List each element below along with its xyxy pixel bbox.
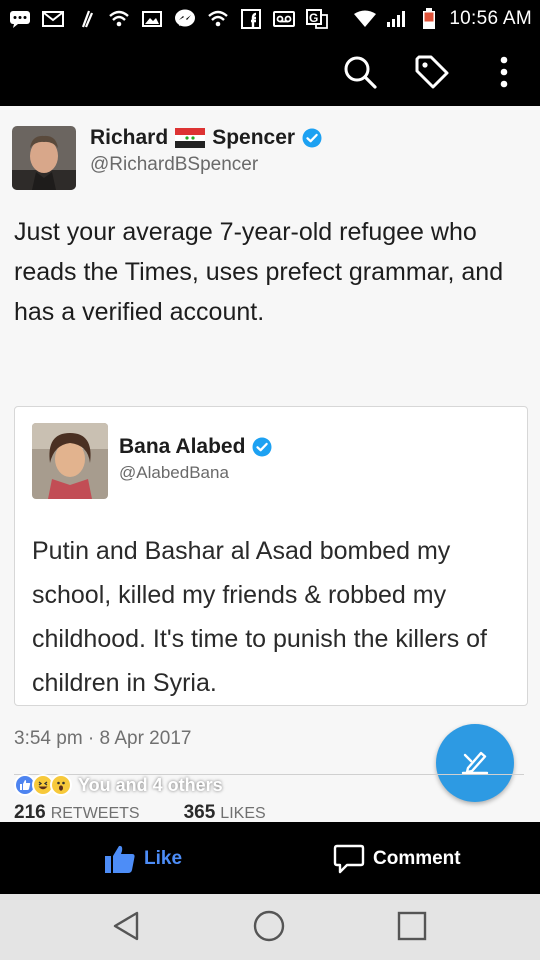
image-icon: [140, 9, 164, 29]
wifi-icon: [107, 9, 131, 29]
recents-icon: [397, 911, 427, 941]
quoted-tweet-card: Bana Alabed @AlabedBana Putin and Bashar…: [14, 406, 528, 706]
quoted-tweet-text: Putin and Bashar al Asad bombed my schoo…: [32, 537, 488, 697]
comment-button[interactable]: Comment: [333, 844, 461, 874]
tag-icon: [415, 55, 449, 89]
gmail-icon: [41, 9, 65, 29]
facebook-icon: [239, 9, 263, 29]
comment-icon: [333, 844, 365, 874]
verified-badge-icon: [302, 128, 322, 148]
likes-label: LIKES: [220, 805, 266, 822]
system-nav-bar: [0, 894, 540, 960]
tweet-stats: 216 RETWEETS 365 LIKES: [14, 802, 266, 822]
wifi-icon: [353, 9, 377, 29]
reactions-text: You and 4 others: [78, 774, 223, 795]
more-options-button[interactable]: [484, 52, 524, 92]
retweets-count: 216: [14, 802, 46, 822]
tweet-timestamp: 3:54 pm · 8 Apr 2017: [14, 728, 192, 749]
likes-count: 365: [183, 802, 216, 822]
search-icon: [344, 56, 377, 89]
quoted-author-name: Bana Alabed: [119, 435, 246, 458]
tweet-author-row: Richard Spencer: [90, 126, 322, 150]
messenger-icon: [173, 9, 197, 29]
recents-button[interactable]: [394, 908, 430, 944]
compose-button[interactable]: [436, 724, 514, 802]
tag-button[interactable]: [412, 52, 452, 92]
more-vertical-icon: [500, 56, 508, 88]
retweets-label: RETWEETS: [50, 805, 140, 822]
back-icon: [113, 911, 139, 941]
tweet-author-first-name: Richard: [90, 126, 169, 149]
comment-label: Comment: [373, 848, 461, 869]
flag-icon: [175, 128, 206, 149]
thumbs-up-icon: [105, 845, 135, 873]
home-icon: [253, 910, 285, 942]
avatar: [12, 126, 76, 190]
search-button[interactable]: [340, 52, 380, 92]
status-right: 10:56 AM: [353, 8, 532, 30]
tweet-author-last-name: Spencer: [212, 126, 296, 149]
like-button[interactable]: Like: [104, 844, 182, 874]
status-bar: G 10:56 AM: [0, 0, 540, 38]
tweet-text: Just your average 7-year-old refugee who…: [14, 218, 504, 326]
svg-text:G: G: [309, 11, 318, 25]
quoted-author-row: Bana Alabed: [119, 435, 272, 459]
quoted-avatar: [32, 423, 108, 499]
chat-icon: [8, 9, 32, 29]
wifi-icon: [206, 9, 230, 29]
status-time: 10:56 AM: [449, 8, 532, 29]
home-button[interactable]: [251, 908, 287, 944]
notification-icons: G: [8, 9, 329, 29]
quoted-author-handle: @AlabedBana: [119, 463, 229, 482]
voicemail-icon: [272, 9, 296, 29]
app-toolbar: [0, 38, 540, 106]
reactions-summary[interactable]: You and 4 others: [14, 774, 223, 796]
google-translate-icon: G: [305, 9, 329, 29]
tweet-author-handle: @RichardBSpencer: [90, 154, 259, 175]
clip-icon: [74, 9, 98, 29]
post-action-bar: Like Comment: [0, 822, 540, 894]
verified-badge-icon: [252, 437, 272, 457]
shared-photo[interactable]: Richard Spencer @RichardBSpencer Just yo…: [0, 106, 540, 822]
battery-icon: [417, 8, 441, 29]
signal-icon: [385, 9, 409, 29]
back-button[interactable]: [108, 908, 144, 944]
like-label: Like: [144, 848, 183, 869]
wow-reaction-icon: [50, 774, 72, 796]
